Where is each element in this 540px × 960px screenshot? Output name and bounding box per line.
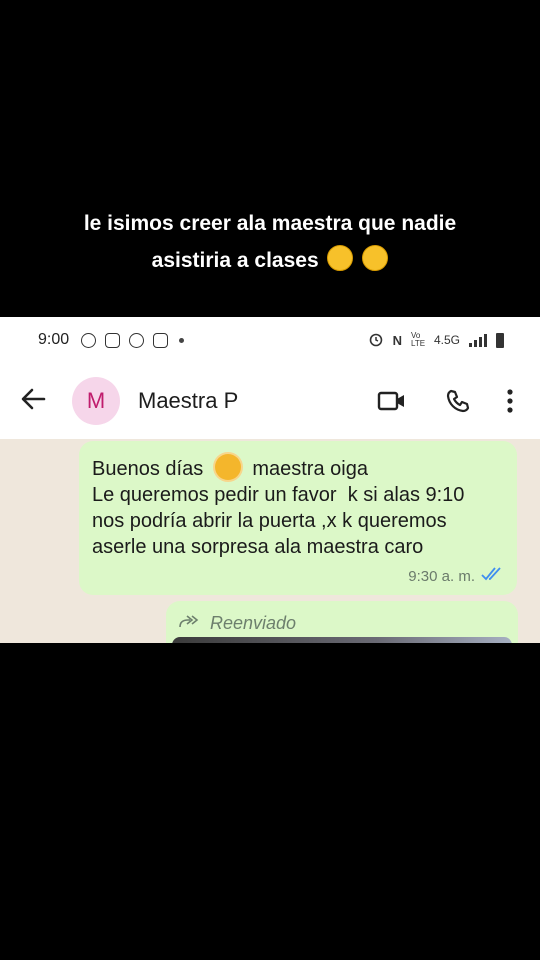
video-caption: le isimos creer ala maestra que nadie as… [0,205,540,279]
message-line-4: aserle una sorpresa ala maestra caro [92,536,424,558]
shushing-face-emoji-icon [327,245,354,271]
status-bar: 9:00 N Vo LTE 4.5G [0,317,540,363]
volte-indicator: Vo LTE [410,331,426,348]
message-line-3: nos podría abrir la puerta ,x k queremos [92,510,447,532]
message-bubble[interactable]: Buenos días maestra oiga Le queremos ped… [79,441,517,595]
message-line-1: Buenos días maestra oiga [92,454,505,482]
whatsapp-notification-icon [81,332,97,348]
alarm-icon [368,331,384,350]
forwarded-label: Reenviado [210,613,297,633]
status-right-icons: N Vo LTE 4.5G [368,331,504,350]
sun-with-face-emoji-icon [214,454,241,480]
avatar[interactable]: M [72,377,120,425]
chat-area: Buenos días maestra oiga Le queremos ped… [0,439,540,643]
whatsapp-screenshot: 9:00 N Vo LTE 4.5G M Maestra P Buenos dí… [0,317,540,643]
forwarded-media-thumbnail[interactable] [172,637,512,643]
message-meta: 9:30 a. m. [408,567,503,585]
nfc-icon: N [392,332,402,348]
forward-arrow-icon [178,613,200,634]
caption-line-2: asistiria a clases [0,242,540,279]
signal-strength-icon [469,333,487,347]
caption-line-2-text: asistiria a clases [151,249,319,272]
message-greeting: Buenos días [92,458,204,480]
battery-icon [496,332,504,348]
message-greeting-rest: maestra oiga [252,458,368,480]
back-arrow-icon[interactable] [20,384,70,418]
status-time: 9:00 [38,331,70,348]
whatsapp-notification-icon-2 [129,332,145,348]
instagram-notification-icon [105,332,121,348]
face-with-hand-over-mouth-emoji-icon [362,245,389,271]
voice-call-icon[interactable] [438,381,478,421]
video-call-icon[interactable] [372,381,412,421]
more-notifications-dot-icon [179,337,185,343]
caption-line-1: le isimos creer ala maestra que nadie [83,212,457,235]
message-line-2: Le queremos pedir un favor k si alas 9:1… [92,484,465,506]
forwarded-message-bubble[interactable]: Reenviado [166,601,518,643]
message-time: 9:30 a. m. [408,567,475,585]
chat-header: M Maestra P [0,363,540,439]
instagram-notification-icon-2 [153,332,169,348]
contact-name[interactable]: Maestra P [138,388,346,414]
network-type: 4.5G [433,333,460,347]
forwarded-label-row: Reenviado [178,613,518,634]
more-options-icon[interactable] [500,381,520,421]
double-check-read-icon [481,567,503,585]
